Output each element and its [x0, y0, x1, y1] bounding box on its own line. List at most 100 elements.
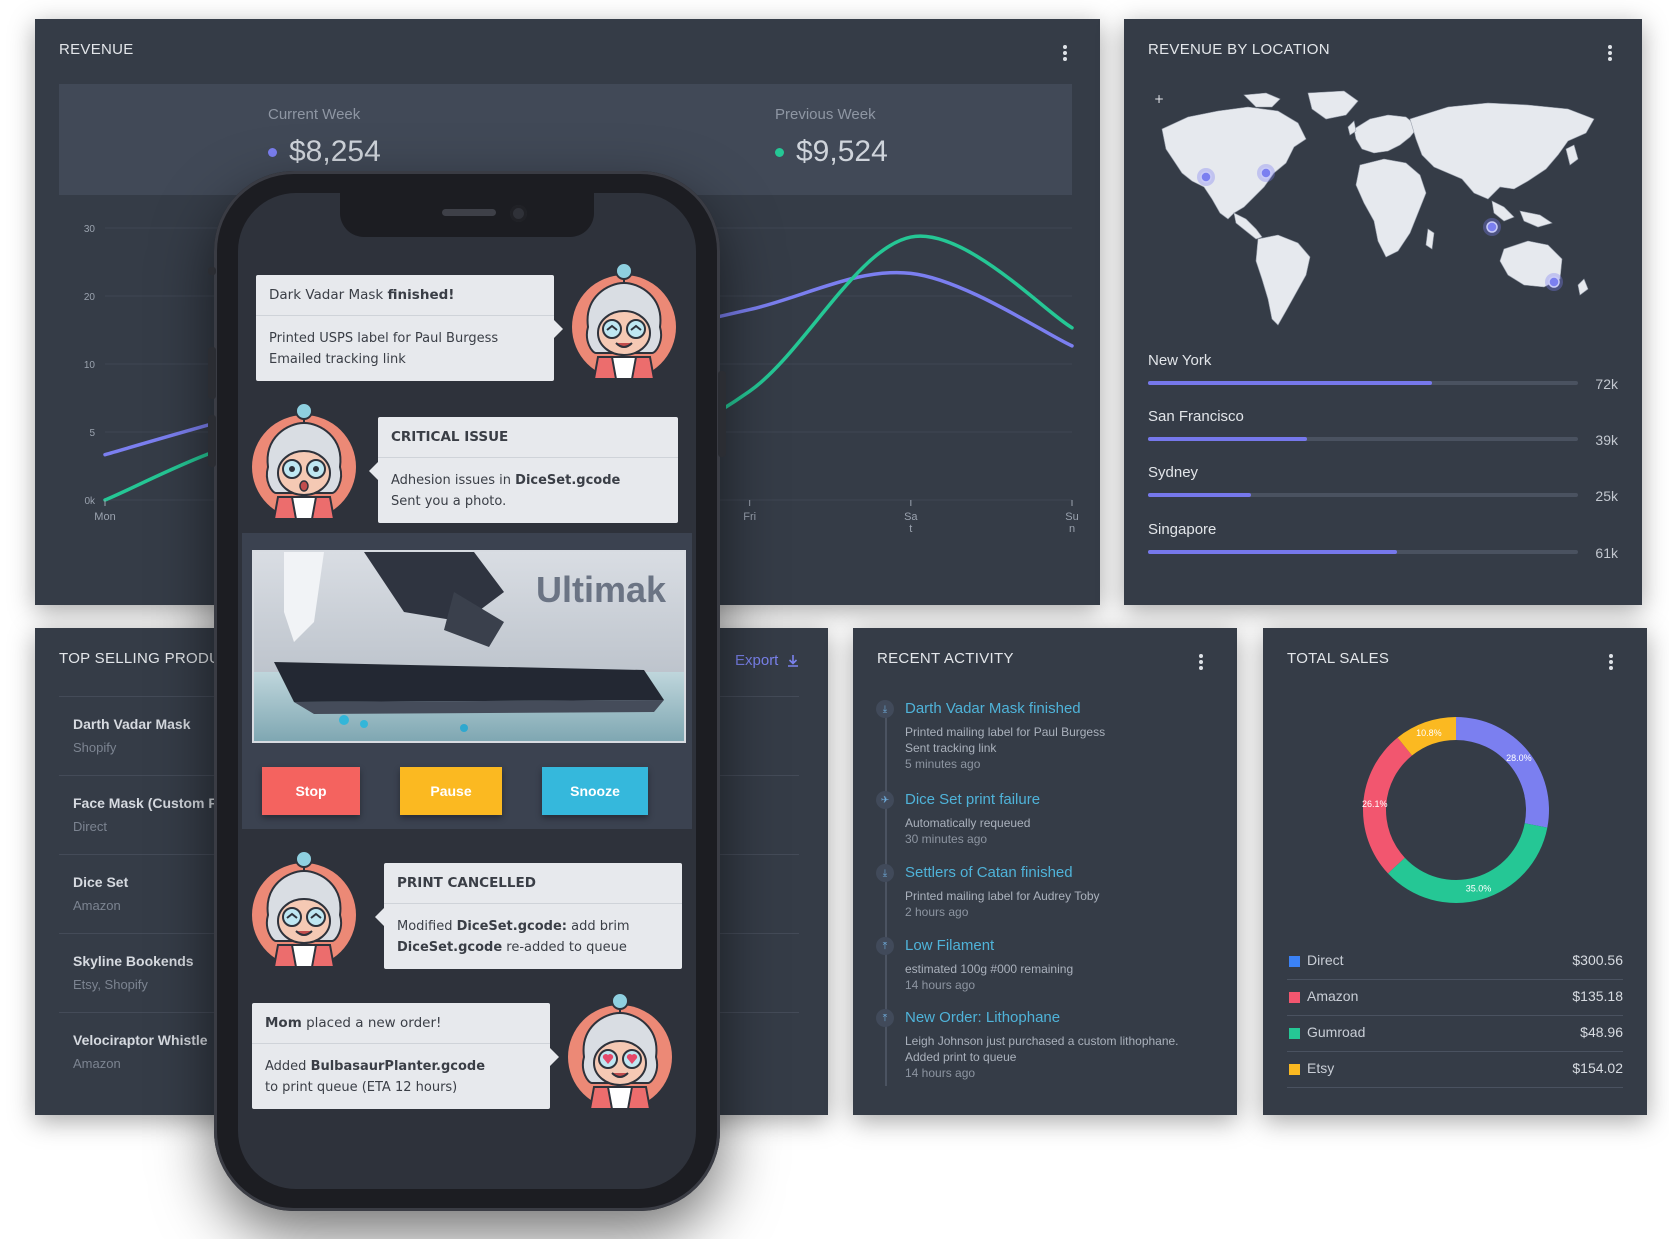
sales-row: Gumroad $48.96: [1287, 1016, 1623, 1052]
activity-time: 2 hours ago: [905, 905, 969, 919]
plane-icon: ✈: [876, 791, 894, 809]
location-row: San Francisco 39k: [1148, 408, 1618, 448]
activity-title-link[interactable]: Dice Set print failure: [905, 791, 1040, 808]
activity-detail-line: Printed mailing label for Paul Burgess: [905, 725, 1106, 739]
export-label: Export: [735, 652, 779, 669]
msg1-title-bold: finished!: [387, 287, 455, 303]
msg4-line2: to print queue (ETA 12 hours): [265, 1080, 458, 1095]
location-progress-track: [1148, 550, 1578, 554]
activity-detail-line: Leigh Johnson just purchased a custom li…: [905, 1034, 1179, 1048]
x-tick-label: Fri: [743, 511, 756, 523]
more-menu-icon[interactable]: [1603, 652, 1619, 672]
location-value: 39k: [1595, 432, 1618, 448]
location-row: Sydney 25k: [1148, 464, 1618, 504]
more-menu-icon[interactable]: [1193, 652, 1209, 672]
msg1-line1: Printed USPS label for Paul Burgess: [269, 331, 499, 346]
donut-slice-label: 26.1%: [1362, 799, 1388, 809]
notification-mask-finished[interactable]: Dark Vadar Mask finished! Printed USPS l…: [256, 275, 563, 381]
sales-channel: Gumroad: [1307, 1024, 1366, 1040]
sales-channel: Amazon: [1307, 988, 1359, 1004]
product-source: Amazon: [73, 1056, 121, 1071]
activity-time: 14 hours ago: [905, 978, 976, 992]
download-icon: ⤓: [876, 700, 894, 718]
print-photo-card: Ultimak Stop Pause Snooze: [242, 533, 692, 829]
activity-title-link[interactable]: New Order: Lithophane: [905, 1009, 1060, 1026]
activity-details: Automatically requeued 30 minutes ago: [905, 815, 1030, 847]
product-name: Velociraptor Whistle: [73, 1032, 208, 1048]
product-source: Shopify: [73, 740, 117, 755]
location-value: 25k: [1595, 488, 1618, 504]
notification-critical-issue[interactable]: CRITICAL ISSUE Adhesion issues in DiceSe…: [369, 417, 678, 523]
location-name: San Francisco: [1148, 408, 1244, 425]
activity-detail-line: estimated 100g #000 remaining: [905, 962, 1074, 976]
location-title: REVENUE BY LOCATION: [1148, 41, 1330, 58]
y-tick-label: 5: [89, 428, 95, 439]
legend-swatch: [1289, 992, 1300, 1003]
print-bed-photo[interactable]: Ultimak: [252, 550, 686, 743]
timeline-line: [885, 704, 887, 1086]
location-name: Sydney: [1148, 464, 1199, 481]
activity-title-link[interactable]: Darth Vadar Mask finished: [905, 700, 1081, 717]
donut-slice[interactable]: [1456, 717, 1549, 828]
location-value: 72k: [1595, 376, 1618, 392]
x-tick-label: Sa t: [904, 511, 918, 535]
product-name: Skyline Bookends: [73, 953, 194, 969]
activity-detail-line: Automatically requeued: [905, 816, 1031, 830]
activity-time: 14 hours ago: [905, 1066, 976, 1080]
msg3-title: PRINT CANCELLED: [397, 875, 536, 891]
sales-amount: $154.02: [1572, 1060, 1623, 1076]
activity-details: estimated 100g #000 remaining 14 hours ag…: [905, 961, 1073, 993]
msg3-line1: Modified: [397, 919, 457, 934]
total-sales-panel: TOTAL SALES 28.0% 35.0% 26.1% 10.8% Direct $…: [1263, 628, 1647, 1115]
location-progress-fill: [1148, 493, 1252, 497]
snooze-button[interactable]: Snooze: [542, 767, 648, 815]
product-source: Amazon: [73, 898, 121, 913]
phone-power-button: [718, 371, 726, 457]
export-button[interactable]: Export: [735, 652, 799, 669]
msg2-title: CRITICAL ISSUE: [391, 429, 509, 445]
notification-new-order[interactable]: Mom placed a new order! Added BulbasaurP…: [252, 1003, 559, 1109]
product-name: Darth Vadar Mask: [73, 716, 191, 732]
location-value: 61k: [1595, 545, 1618, 561]
msg4-title-bold: Mom: [265, 1015, 302, 1031]
phone-screen: Dark Vadar Mask finished! Printed USPS l…: [238, 193, 696, 1189]
download-icon: ⤓: [876, 864, 894, 882]
upload-icon: ⤒: [876, 1009, 894, 1027]
location-name: Singapore: [1148, 521, 1217, 538]
msg3-line2-rest: re-added to queue: [502, 940, 627, 955]
map-zoom-in-icon[interactable]: +: [1154, 92, 1164, 106]
upload-icon: ⤒: [876, 937, 894, 955]
y-tick-label: 30: [84, 224, 96, 235]
phone-speaker: [442, 209, 496, 216]
stop-button[interactable]: Stop: [262, 767, 360, 815]
donut-slice-label: 28.0%: [1506, 753, 1532, 763]
msg3-line1-rest: add brim: [566, 919, 630, 934]
legend-swatch: [1289, 1028, 1300, 1039]
product-source: Etsy, Shopify: [73, 977, 148, 992]
more-menu-icon[interactable]: [1602, 43, 1618, 63]
sales-amount: $48.96: [1580, 1024, 1623, 1040]
activity-title-link[interactable]: Low Filament: [905, 937, 994, 954]
msg3-line2-file: DiceSet.gcode: [397, 940, 503, 955]
msg2-line1-file: DiceSet.gcode: [515, 473, 621, 488]
activity-time: 30 minutes ago: [905, 832, 988, 846]
location-progress-fill: [1148, 437, 1308, 441]
y-tick-label: 0k: [84, 496, 96, 507]
sales-amount: $135.18: [1572, 988, 1623, 1004]
activity-title-link[interactable]: Settlers of Catan finished: [905, 864, 1073, 881]
activity-title: RECENT ACTIVITY: [877, 650, 1014, 667]
legend-swatch: [1289, 1064, 1300, 1075]
activity-details: Printed mailing label for Audrey Toby 2 h…: [905, 888, 1100, 920]
legend-swatch: [1289, 956, 1300, 967]
grandma-love-avatar: [564, 991, 676, 1121]
revenue-by-location-panel: REVENUE BY LOCATION + New York 72k San F…: [1124, 19, 1642, 605]
msg4-line1-file: BulbasaurPlanter.gcode: [310, 1059, 486, 1074]
grandma-worried-avatar: [248, 401, 360, 531]
pause-button[interactable]: Pause: [400, 767, 502, 815]
notification-print-cancelled[interactable]: PRINT CANCELLED Modified DiceSet.gcode: …: [375, 863, 682, 969]
y-tick-label: 20: [84, 292, 96, 303]
phone-notch: [340, 193, 594, 237]
msg4-line1: Added: [265, 1059, 311, 1074]
location-progress-fill: [1148, 550, 1398, 554]
activity-detail-line: Printed mailing label for Audrey Toby: [905, 889, 1100, 903]
